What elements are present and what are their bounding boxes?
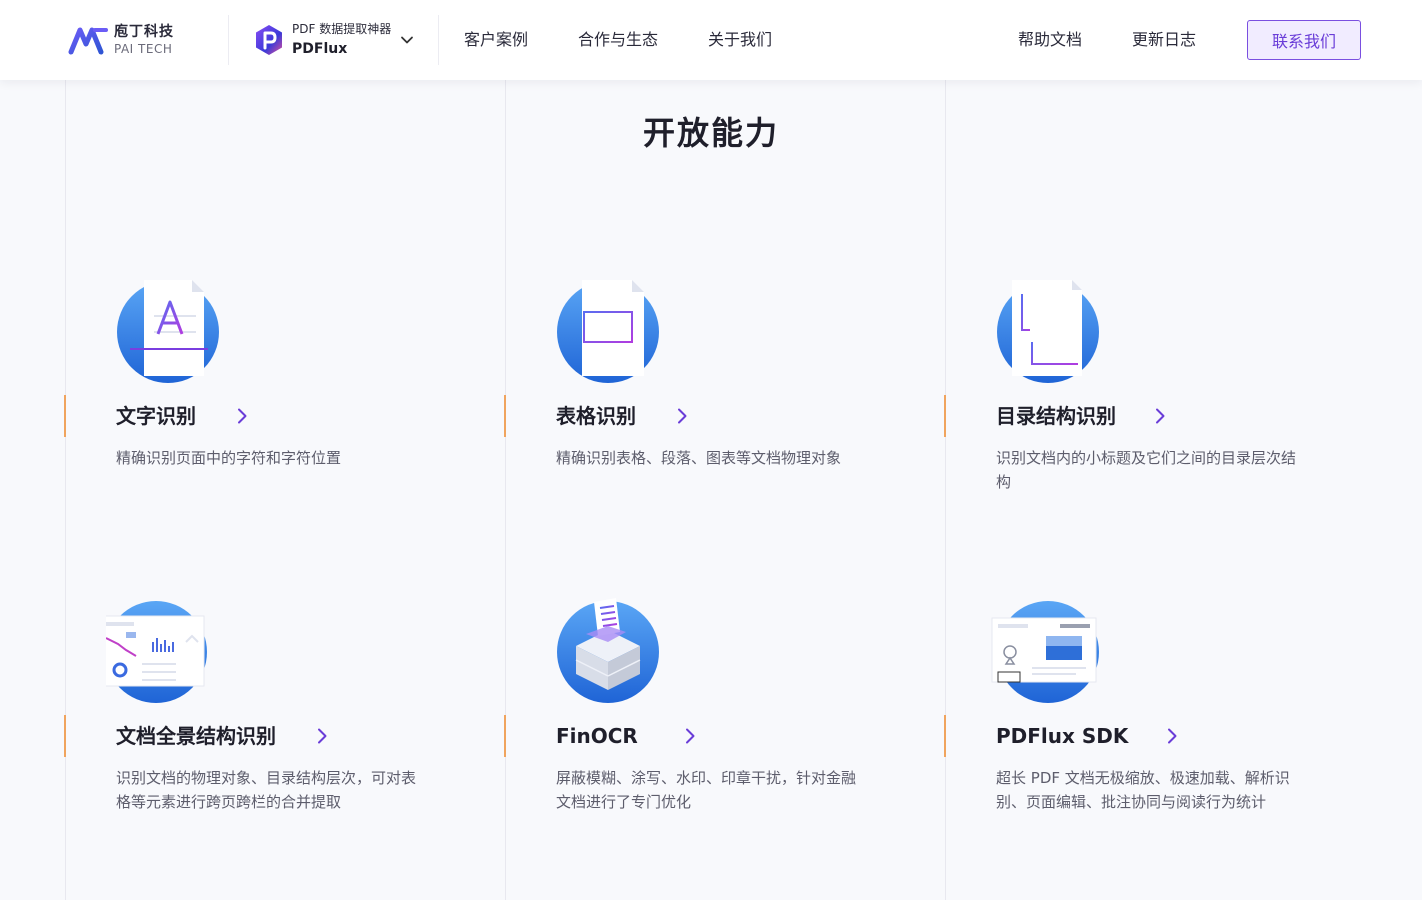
card-title: 文档全景结构识别 [116, 724, 276, 748]
card-description: 精确识别页面中的字符和字符位置 [116, 449, 342, 467]
capability-card-text-recognition[interactable]: 文字识别 精确识别页面中的字符和字符位置 [116, 280, 476, 540]
product-tagline: PDF 数据提取神器 [292, 22, 392, 36]
capability-card-pdflux-sdk[interactable]: PDFlux SDK 超长 PDF 文档无极缩放、极速加载、解析识别、页面编辑、… [991, 600, 1356, 860]
card-title: FinOCR [556, 724, 638, 748]
section-title: 开放能力 [642, 114, 779, 152]
card-title: 表格识别 [556, 404, 636, 428]
card-description: 屏蔽模糊、涂写、水印、印章干扰，针对金融文档进行了专门优化 [556, 769, 857, 811]
card-accent-bar [504, 395, 506, 437]
panorama-structure-icon [106, 601, 207, 703]
product-name: PDFlux [292, 41, 348, 57]
pdflux-product-icon [256, 25, 282, 55]
nav-about-us[interactable]: 关于我们 [708, 28, 772, 52]
nav-help-docs[interactable]: 帮助文档 [1018, 28, 1082, 52]
capability-card-toc-structure[interactable]: 目录结构识别 识别文档内的小标题及它们之间的目录层次结构 [996, 280, 1356, 540]
pai-tech-logo-icon [68, 27, 108, 55]
card-accent-bar [944, 395, 946, 437]
chevron-right-icon[interactable] [674, 408, 690, 424]
toc-structure-icon [997, 280, 1099, 383]
capability-card-finocr[interactable]: FinOCR 屏蔽模糊、涂写、水印、印章干扰，针对金融文档进行了专门优化 [556, 598, 916, 860]
card-accent-bar [504, 715, 506, 757]
logo-chinese-name: 庖丁科技 [114, 24, 174, 40]
logo-english-name: PAI TECH [114, 42, 173, 56]
header-divider [228, 15, 229, 65]
card-title: 目录结构识别 [996, 404, 1116, 428]
chevron-right-icon[interactable] [314, 728, 330, 744]
company-logo[interactable]: 庖丁科技 PAI TECH [68, 20, 178, 60]
card-accent-bar [944, 715, 946, 757]
nav-changelog[interactable]: 更新日志 [1132, 28, 1196, 52]
table-recognition-icon [557, 280, 659, 383]
chevron-right-icon[interactable] [1152, 408, 1168, 424]
capability-card-panorama-structure[interactable]: 文档全景结构识别 识别文档的物理对象、目录结构层次，可对表格等元素进行跨页跨栏的… [106, 600, 476, 860]
top-navigation-bar: 庖丁科技 PAI TECH PDF 数据提取神器 PDFlux 客户案例 合作与… [0, 0, 1422, 80]
chevron-right-icon[interactable] [234, 408, 250, 424]
card-accent-bar [64, 715, 66, 757]
grid-divider [945, 80, 946, 900]
pdflux-sdk-icon [991, 601, 1099, 703]
card-accent-bar [64, 395, 66, 437]
product-switcher[interactable]: PDF 数据提取神器 PDFlux [252, 16, 422, 64]
card-description: 识别文档的物理对象、目录结构层次，可对表格等元素进行跨页跨栏的合并提取 [116, 769, 417, 811]
finocr-icon [557, 598, 659, 703]
grid-divider [65, 80, 66, 900]
contact-us-button[interactable]: 联系我们 [1247, 20, 1361, 60]
nav-customer-cases[interactable]: 客户案例 [464, 28, 528, 52]
card-title: 文字识别 [116, 404, 196, 428]
text-recognition-icon [117, 280, 219, 383]
grid-divider [505, 80, 506, 900]
card-description: 识别文档内的小标题及它们之间的目录层次结构 [996, 449, 1297, 491]
card-description: 精确识别表格、段落、图表等文档物理对象 [556, 449, 842, 467]
header-divider [438, 15, 439, 65]
nav-partnership-ecosystem[interactable]: 合作与生态 [578, 28, 658, 52]
capability-card-table-recognition[interactable]: 表格识别 精确识别表格、段落、图表等文档物理对象 [556, 280, 916, 540]
chevron-right-icon[interactable] [682, 728, 698, 744]
chevron-down-icon[interactable] [400, 33, 414, 47]
card-description: 超长 PDF 文档无极缩放、极速加载、解析识别、页面编辑、批注协同与阅读行为统计 [996, 769, 1290, 811]
card-title: PDFlux SDK [996, 724, 1129, 748]
chevron-right-icon[interactable] [1164, 728, 1180, 744]
